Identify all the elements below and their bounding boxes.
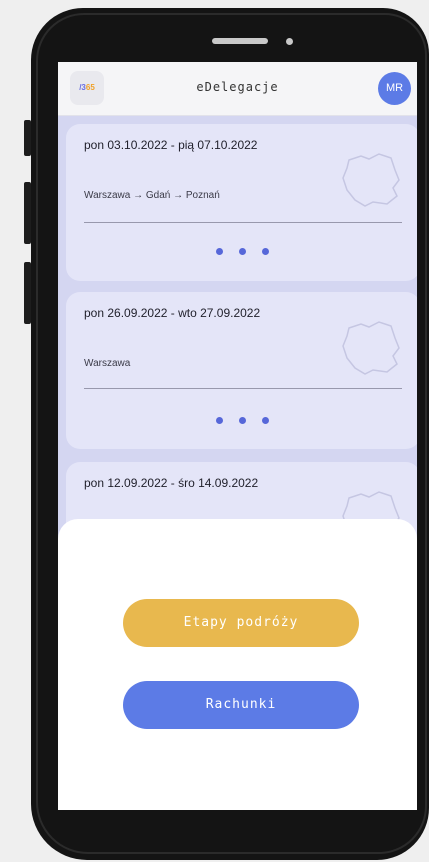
trip-route: Warszawa → Gdań → Poznań bbox=[84, 190, 220, 201]
poland-map-icon bbox=[342, 153, 400, 207]
trip-stages-button[interactable]: Etapy podróży bbox=[123, 599, 359, 647]
dot bbox=[216, 248, 223, 255]
poland-map-icon bbox=[342, 321, 400, 375]
more-options-icon[interactable] bbox=[216, 417, 276, 429]
front-camera bbox=[286, 38, 293, 45]
action-sheet: Etapy podróży Rachunki bbox=[58, 519, 417, 810]
volume-down-button bbox=[24, 262, 31, 324]
dot bbox=[239, 248, 246, 255]
mute-switch bbox=[24, 120, 31, 156]
dot bbox=[262, 417, 269, 424]
trip-dates: pon 12.09.2022 - śro 14.09.2022 bbox=[84, 476, 259, 490]
app-title: eDelegacje bbox=[196, 80, 279, 94]
trip-card[interactable]: pon 26.09.2022 - wto 27.09.2022 Warszawa bbox=[66, 292, 417, 449]
receipts-button[interactable]: Rachunki bbox=[123, 681, 359, 729]
card-divider bbox=[84, 222, 402, 223]
dot bbox=[239, 417, 246, 424]
more-options-icon[interactable] bbox=[216, 248, 276, 260]
earpiece-speaker bbox=[212, 38, 268, 44]
volume-up-button bbox=[24, 182, 31, 244]
trip-route: Warszawa bbox=[84, 358, 131, 369]
user-avatar[interactable]: MR bbox=[378, 72, 411, 105]
trip-dates: pon 03.10.2022 - pią 07.10.2022 bbox=[84, 138, 258, 152]
dot bbox=[216, 417, 223, 424]
dot bbox=[262, 248, 269, 255]
trip-card[interactable]: pon 03.10.2022 - pią 07.10.2022 Warszawa… bbox=[66, 124, 417, 281]
app-header: /365 eDelegacje MR bbox=[58, 62, 417, 116]
app-screen: /365 eDelegacje MR pon 03.10.2022 - pią … bbox=[58, 62, 417, 810]
trip-dates: pon 26.09.2022 - wto 27.09.2022 bbox=[84, 306, 261, 320]
card-divider bbox=[84, 388, 402, 389]
